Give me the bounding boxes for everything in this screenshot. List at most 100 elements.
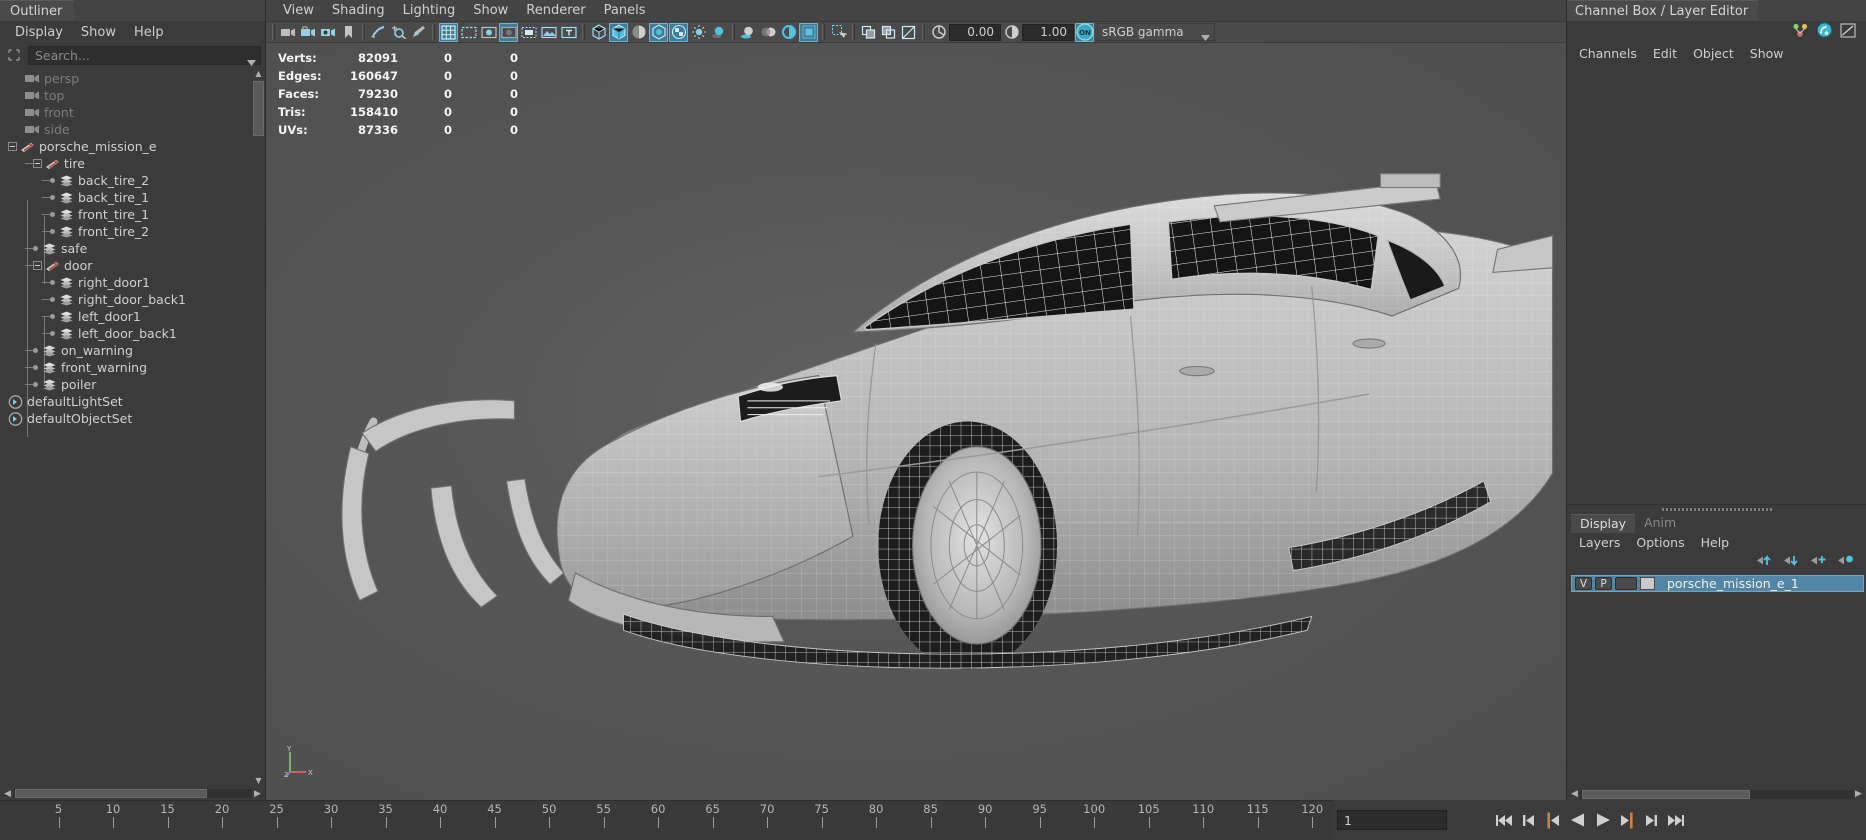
- layer-color-swatch[interactable]: [1640, 577, 1655, 590]
- exposure-display-icon[interactable]: [539, 23, 558, 42]
- gamma-icon[interactable]: [1002, 23, 1021, 42]
- scroll-thumb[interactable]: [253, 81, 264, 136]
- layer-visibility-toggle[interactable]: V: [1575, 577, 1592, 590]
- outliner-item-poiler[interactable]: poiler: [0, 376, 265, 393]
- outliner-menu-display[interactable]: Display: [6, 23, 72, 42]
- outliner-item-front[interactable]: front: [0, 104, 265, 121]
- move-layer-up-icon[interactable]: [1756, 554, 1773, 571]
- scroll-right-arrow-icon[interactable]: ▶: [1853, 789, 1864, 799]
- film-gate-icon[interactable]: [459, 23, 478, 42]
- viewport-3d-canvas[interactable]: Verts: 82091 0 0 Edges: 160647 0 0 Faces: 79230 0 0…: [266, 43, 1566, 800]
- image-plane-icon[interactable]: [369, 23, 388, 42]
- shadows-icon[interactable]: [709, 23, 728, 42]
- outliner-item-safe[interactable]: safe: [0, 240, 265, 257]
- layer-menu-layers[interactable]: Layers: [1571, 534, 1628, 551]
- viewport-menu-renderer[interactable]: Renderer: [517, 2, 594, 19]
- tree-expander-toggle[interactable]: [8, 142, 17, 151]
- channelbox-menu-edit[interactable]: Edit: [1645, 45, 1685, 62]
- current-frame-field[interactable]: 1: [1337, 810, 1447, 830]
- scroll-left-arrow-icon[interactable]: ◀: [2, 789, 13, 799]
- layer-playback-toggle[interactable]: P: [1595, 577, 1612, 590]
- layer-hscroll-thumb[interactable]: [1582, 789, 1750, 799]
- layer-hscroll-track[interactable]: [1580, 789, 1853, 799]
- tab-channel-box-layer-editor[interactable]: Channel Box / Layer Editor: [1567, 0, 1759, 21]
- select-camera-icon[interactable]: [279, 23, 298, 42]
- film-gate-mask-icon[interactable]: [519, 23, 538, 42]
- new-layer-from-selected-icon[interactable]: [1837, 554, 1854, 571]
- outliner-item-tire[interactable]: tire: [0, 155, 265, 172]
- grease-pencil-icon[interactable]: [409, 23, 428, 42]
- outliner-item-on_warning[interactable]: on_warning: [0, 342, 265, 359]
- scroll-down-arrow-icon[interactable]: ▼: [252, 774, 265, 787]
- textured-shading-icon[interactable]: [649, 22, 668, 42]
- channelbox-menu-object[interactable]: Object: [1685, 45, 1742, 62]
- channelbox-attribute-list[interactable]: [1567, 64, 1866, 504]
- lock-camera-icon[interactable]: [299, 23, 318, 42]
- layer-shading-toggle[interactable]: [1615, 577, 1637, 590]
- outliner-vertical-scrollbar[interactable]: ▲ ▼: [252, 67, 265, 787]
- outliner-horizontal-scrollbar[interactable]: ◀ ▶: [0, 787, 265, 800]
- outliner-item-back_tire_2[interactable]: back_tire_2: [0, 172, 265, 189]
- outliner-item-persp[interactable]: persp: [0, 70, 265, 87]
- texture-checker-icon[interactable]: [669, 22, 688, 42]
- xray-icon[interactable]: [859, 23, 878, 42]
- 2d-pan-zoom-icon[interactable]: [389, 23, 408, 42]
- hud-text-icon[interactable]: [559, 23, 578, 42]
- go-to-end-icon[interactable]: [1663, 809, 1685, 831]
- xray-joints-icon[interactable]: [879, 23, 898, 42]
- step-back-keyframe-icon[interactable]: [1519, 809, 1541, 831]
- layer-row[interactable]: V P porsche_mission_e_1: [1571, 575, 1864, 592]
- tree-expander-toggle[interactable]: [33, 261, 42, 270]
- channelbox-menu-show[interactable]: Show: [1742, 45, 1792, 62]
- viewport-menu-panels[interactable]: Panels: [595, 2, 655, 19]
- step-forward-frame-icon[interactable]: [1615, 809, 1637, 831]
- time-slider-ruler[interactable]: 5 10 15 20 25 30 35 40 45 50 55 60 65 70 75 80 85 90 95 100…: [0, 800, 1333, 840]
- wireframe-shading-icon[interactable]: [589, 23, 608, 42]
- gamma-value-field[interactable]: 1.00: [1022, 23, 1074, 41]
- gate-mask-icon[interactable]: [499, 22, 518, 42]
- shaded-material-icon[interactable]: [629, 23, 648, 42]
- outliner-item-right_door_back1[interactable]: right_door_back1: [0, 291, 265, 308]
- toggle-grid-icon[interactable]: [439, 22, 458, 42]
- viewport-menu-view[interactable]: View: [274, 2, 323, 19]
- layer-name[interactable]: porsche_mission_e_1: [1667, 576, 1799, 591]
- outliner-item-top[interactable]: top: [0, 87, 265, 104]
- use-all-lights-icon[interactable]: [689, 23, 708, 42]
- smooth-shading-icon[interactable]: [609, 22, 628, 42]
- outliner-item-defaultObjectSet[interactable]: defaultObjectSet: [0, 410, 265, 427]
- connection-editor-icon[interactable]: [1792, 23, 1809, 42]
- outliner-item-side[interactable]: side: [0, 121, 265, 138]
- outliner-item-front_warning[interactable]: front_warning: [0, 359, 265, 376]
- play-backwards-icon[interactable]: [1567, 809, 1589, 831]
- color-management-toggle[interactable]: ON: [1075, 22, 1094, 42]
- play-forwards-icon[interactable]: [1591, 809, 1613, 831]
- bookmark-icon[interactable]: [339, 23, 358, 42]
- outliner-item-left_door_back1[interactable]: left_door_back1: [0, 325, 265, 342]
- move-layer-down-icon[interactable]: [1783, 554, 1800, 571]
- outliner-item-door[interactable]: door: [0, 257, 265, 274]
- go-to-start-icon[interactable]: [1495, 809, 1517, 831]
- scroll-left-arrow-icon[interactable]: ◀: [1569, 789, 1580, 799]
- exposure-icon[interactable]: [929, 23, 948, 42]
- isolate-select-icon[interactable]: [829, 23, 848, 42]
- chevron-down-icon[interactable]: [1201, 30, 1210, 44]
- porsche-mission-e-model[interactable]: [266, 43, 1566, 800]
- layer-horizontal-scrollbar[interactable]: ◀ ▶: [1567, 788, 1866, 800]
- graph-editor-icon[interactable]: [1840, 22, 1856, 42]
- exposure-value-field[interactable]: 0.00: [949, 23, 1001, 41]
- search-input[interactable]: Search...: [28, 45, 261, 66]
- screen-space-ao-icon[interactable]: [739, 23, 758, 42]
- resolution-gate-icon[interactable]: [479, 23, 498, 42]
- outliner-menu-show[interactable]: Show: [72, 23, 125, 42]
- viewport-menu-lighting[interactable]: Lighting: [394, 2, 465, 19]
- hscroll-thumb[interactable]: [15, 789, 207, 798]
- outliner-item-front_tire_2[interactable]: front_tire_2: [0, 223, 265, 240]
- outliner-item-porsche_mission_e[interactable]: porsche_mission_e: [0, 138, 265, 155]
- step-back-frame-icon[interactable]: [1543, 809, 1565, 831]
- scroll-up-arrow-icon[interactable]: ▲: [252, 67, 265, 80]
- tab-display-layers[interactable]: Display: [1571, 514, 1636, 533]
- outliner-item-defaultLightSet[interactable]: defaultLightSet: [0, 393, 265, 410]
- motion-blur-icon[interactable]: [759, 23, 778, 42]
- tab-anim-layers[interactable]: Anim: [1635, 514, 1685, 533]
- outliner-item-left_door1[interactable]: left_door1: [0, 308, 265, 325]
